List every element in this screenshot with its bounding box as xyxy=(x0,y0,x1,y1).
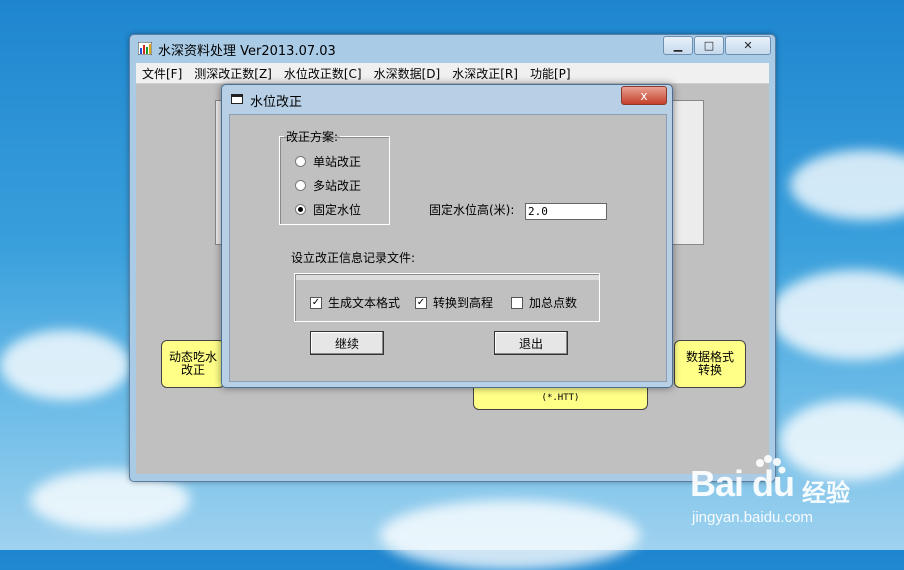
sky-cloud xyxy=(380,500,640,570)
checkbox-to-elevation[interactable]: ✓ 转换到高程 xyxy=(415,294,493,311)
hidden-bottom-button[interactable]: (*.HTT) xyxy=(473,386,648,410)
close-icon[interactable]: x xyxy=(621,86,667,105)
menu-depth-data[interactable]: 水深数据[D] xyxy=(368,65,447,82)
radio-icon[interactable] xyxy=(295,180,306,191)
data-format-button[interactable]: 数据格式 转换 xyxy=(674,340,746,388)
dialog-body: 改正方案: 单站改正 多站改正 固定水位 固定水位高(米): 2.0 设立改正信… xyxy=(229,114,667,382)
radio-selected-icon[interactable] xyxy=(295,204,306,215)
menu-functions[interactable]: 功能[P] xyxy=(524,65,577,82)
menu-water-level-correction[interactable]: 水位改正数[C] xyxy=(278,65,368,82)
menu-sounding-correction[interactable]: 测深改正数[Z] xyxy=(188,65,278,82)
option-label: 固定水位 xyxy=(313,203,362,217)
main-window-title: 水深资料处理 Ver2013.07.03 xyxy=(158,44,336,59)
minimize-icon[interactable]: ▁ xyxy=(663,36,693,55)
dialog-title: 水位改正 xyxy=(250,95,303,110)
option-label: 多站改正 xyxy=(313,179,362,193)
checkbox-unchecked-icon[interactable] xyxy=(511,296,523,309)
option-single-station[interactable]: 单站改正 xyxy=(295,153,361,170)
option-label: 单站改正 xyxy=(313,155,362,169)
menu-bar: 文件[F] 测深改正数[Z] 水位改正数[C] 水深数据[D] 水深改正[R] … xyxy=(136,63,769,84)
sky-cloud xyxy=(790,150,904,220)
checkbox-checked-icon[interactable]: ✓ xyxy=(310,296,322,309)
menu-file[interactable]: 文件[F] xyxy=(136,65,188,82)
option-multi-station[interactable]: 多站改正 xyxy=(295,177,361,194)
continue-button[interactable]: 继续 xyxy=(310,331,384,355)
watermark-jingyan: 经验 xyxy=(802,479,850,507)
water-level-dialog: 水位改正 x 改正方案: 单站改正 多站改正 固定水位 固定水位高(米): 2.… xyxy=(221,84,673,388)
maximize-icon[interactable]: □ xyxy=(694,36,724,55)
baidu-watermark: Bai du 经验 jingyan.baidu.com xyxy=(690,455,900,535)
checkbox-checked-icon[interactable]: ✓ xyxy=(415,296,427,309)
menu-depth-correction[interactable]: 水深改正[R] xyxy=(446,65,524,82)
chart-app-icon xyxy=(138,42,152,55)
watermark-url: jingyan.baidu.com xyxy=(692,509,813,526)
paw-icon xyxy=(756,455,786,474)
sky-cloud xyxy=(770,270,904,360)
log-file-label: 设立改正信息记录文件: xyxy=(291,251,416,265)
checkbox-label: 生成文本格式 xyxy=(328,296,401,310)
fixed-level-input[interactable]: 2.0 xyxy=(525,203,607,220)
checkbox-label: 转换到高程 xyxy=(433,296,494,310)
exit-button[interactable]: 退出 xyxy=(494,331,568,355)
radio-icon[interactable] xyxy=(295,156,306,167)
checkbox-label: 加总点数 xyxy=(529,296,578,310)
caption-buttons: ▁ □ ✕ xyxy=(663,36,771,55)
scheme-group-label: 改正方案: xyxy=(286,130,339,144)
close-icon[interactable]: ✕ xyxy=(725,36,771,55)
checkbox-total-points[interactable]: 加总点数 xyxy=(511,294,577,311)
fixed-level-label: 固定水位高(米): xyxy=(429,203,515,217)
dynamic-draft-button[interactable]: 动态吃水 改正 xyxy=(161,340,225,388)
sky-cloud xyxy=(0,330,130,400)
checkbox-text-format[interactable]: ✓ 生成文本格式 xyxy=(310,294,400,311)
main-titlebar[interactable]: 水深资料处理 Ver2013.07.03 ▁ □ ✕ xyxy=(130,35,775,62)
option-fixed-level[interactable]: 固定水位 xyxy=(295,201,361,218)
window-icon xyxy=(231,94,243,104)
